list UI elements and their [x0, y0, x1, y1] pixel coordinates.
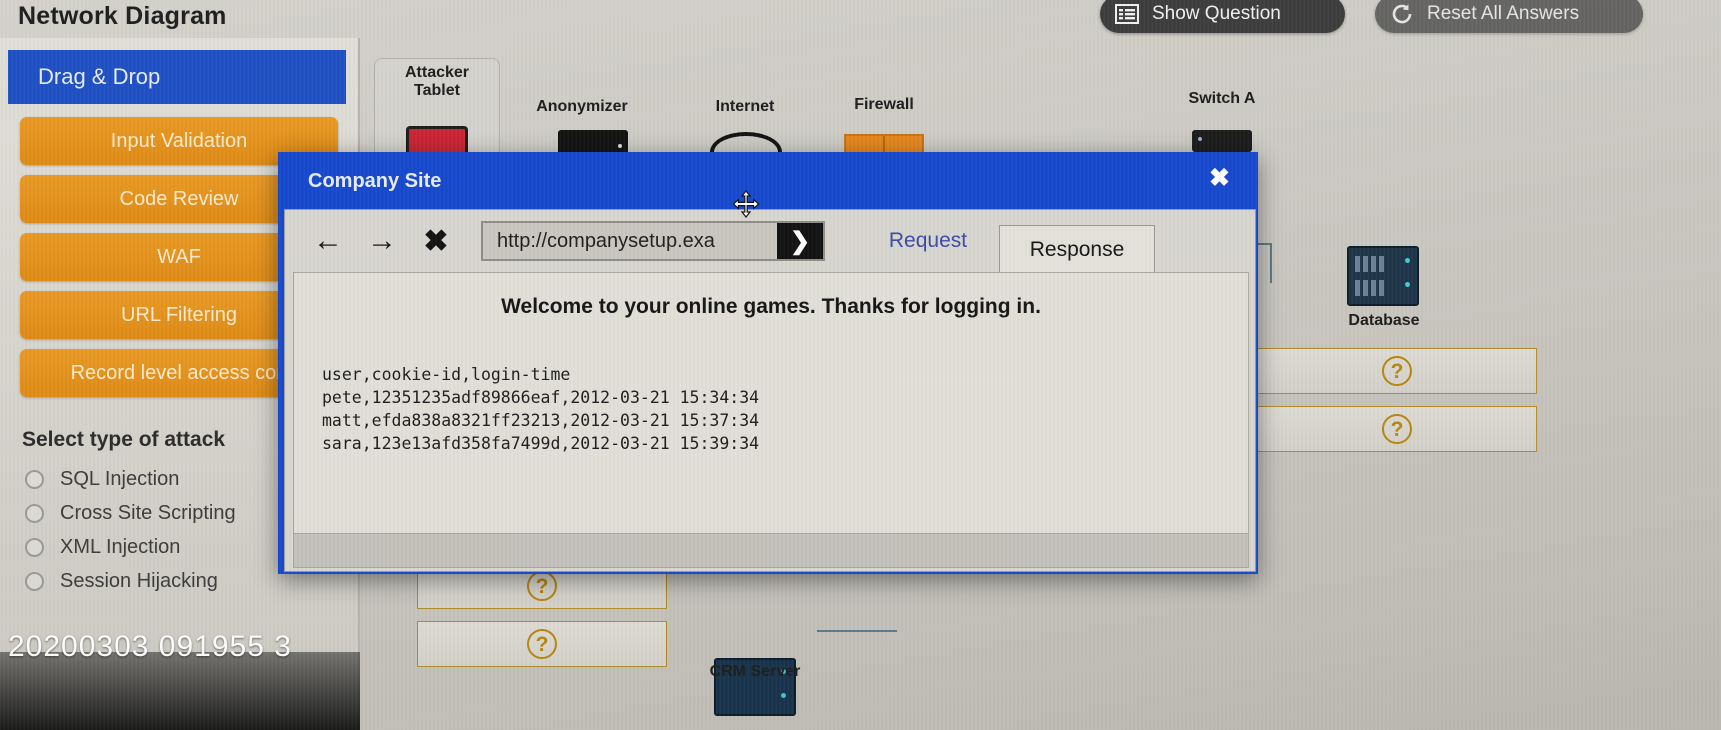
wire-database-drop: [1270, 243, 1272, 283]
radio-option-cross-site-scripting[interactable]: Cross Site Scripting: [25, 502, 236, 525]
go-icon[interactable]: ❯: [777, 223, 823, 259]
node-label-attacker-tablet: Attacker Tablet: [404, 64, 470, 99]
question-mark-icon: ?: [527, 629, 557, 659]
node-label-crm-server: CRM Server: [709, 663, 801, 680]
wire-crm: [817, 630, 897, 632]
close-icon[interactable]: ✖: [1209, 166, 1230, 191]
welcome-message: Welcome to your online games. Thanks for…: [501, 295, 1041, 318]
attack-type-title: Select type of attack: [22, 428, 226, 451]
led-icon: [1405, 258, 1410, 263]
radio-option-xml-injection[interactable]: XML Injection: [25, 536, 180, 559]
back-icon[interactable]: ←: [301, 219, 355, 263]
radio-option-sql-injection[interactable]: SQL Injection: [25, 468, 179, 491]
browser-toolbar: ← → ✖ http://companysetup.exa ❯ Request …: [285, 210, 1255, 273]
modal-body: ← → ✖ http://companysetup.exa ❯ Request …: [284, 209, 1256, 572]
modal-title: Company Site: [308, 170, 442, 192]
drag-item-label: URL Filtering: [121, 303, 237, 326]
radio-label: Cross Site Scripting: [60, 502, 236, 524]
question-mark-icon: ?: [527, 571, 557, 601]
question-mark-icon: ?: [1382, 414, 1412, 444]
reset-icon: [1389, 2, 1415, 26]
tab-request[interactable]: Request: [863, 219, 993, 263]
node-label-firewall: Firewall: [854, 96, 914, 113]
radio-option-session-hijacking[interactable]: Session Hijacking: [25, 570, 218, 593]
list-icon: [1114, 2, 1140, 26]
drag-item-label: Code Review: [119, 187, 239, 210]
drag-item-label: Record level access con: [70, 361, 288, 384]
server-bars: [1355, 256, 1384, 272]
node-label-database: Database: [1348, 312, 1420, 329]
session-log: user,cookie-id,login-time pete,12351235a…: [322, 365, 760, 453]
radio-label: SQL Injection: [60, 468, 180, 490]
show-question-label: Show Question: [1152, 3, 1281, 24]
dragdrop-header: Drag & Drop: [8, 50, 346, 104]
tab-response[interactable]: Response: [999, 225, 1155, 273]
node-label-internet: Internet: [715, 98, 775, 115]
video-timestamp: 20200303 091955 3: [8, 630, 292, 663]
move-cursor-icon: [732, 190, 760, 218]
url-input[interactable]: http://companysetup.exa: [483, 230, 777, 253]
dragdrop-header-label: Drag & Drop: [38, 64, 161, 89]
url-bar[interactable]: http://companysetup.exa ❯: [481, 221, 825, 261]
question-mark-icon: ?: [1382, 356, 1412, 386]
stop-icon[interactable]: ✖: [409, 219, 463, 263]
drag-item-label: Input Validation: [110, 129, 248, 152]
drag-item-label: WAF: [157, 245, 201, 268]
database-icon[interactable]: [1347, 246, 1419, 306]
dropzone-database-2[interactable]: ?: [1257, 406, 1537, 452]
page-title: Network Diagram: [18, 2, 227, 30]
radio-icon[interactable]: [25, 572, 44, 591]
radio-label: XML Injection: [60, 536, 181, 558]
led-icon: [781, 693, 786, 698]
reset-all-answers-button[interactable]: Reset All Answers: [1375, 0, 1643, 33]
browser-status-bar: [293, 534, 1249, 568]
led-icon: [1405, 282, 1410, 287]
server-bars: [1355, 280, 1384, 296]
dropzone-crm-2[interactable]: ?: [417, 621, 667, 667]
forward-icon[interactable]: →: [355, 219, 409, 263]
radio-icon[interactable]: [25, 538, 44, 557]
browser-content: Welcome to your online games. Thanks for…: [293, 272, 1249, 534]
switch-a-icon[interactable]: [1192, 130, 1252, 152]
modal-titlebar[interactable]: Company Site ✖: [280, 154, 1256, 209]
reset-all-answers-label: Reset All Answers: [1427, 3, 1580, 24]
app-root: Network Diagram Show Question Reset All …: [0, 0, 1721, 730]
node-label-anonymizer: Anonymizer: [536, 98, 628, 115]
show-question-button[interactable]: Show Question: [1100, 0, 1345, 33]
radio-icon[interactable]: [25, 470, 44, 489]
node-label-switch-a: Switch A: [1188, 90, 1256, 107]
radio-label: Session Hijacking: [60, 570, 218, 592]
company-site-modal: Company Site ✖ ← → ✖ http://companysetup…: [278, 152, 1258, 574]
dropzone-database-1[interactable]: ?: [1257, 348, 1537, 394]
radio-icon[interactable]: [25, 504, 44, 523]
